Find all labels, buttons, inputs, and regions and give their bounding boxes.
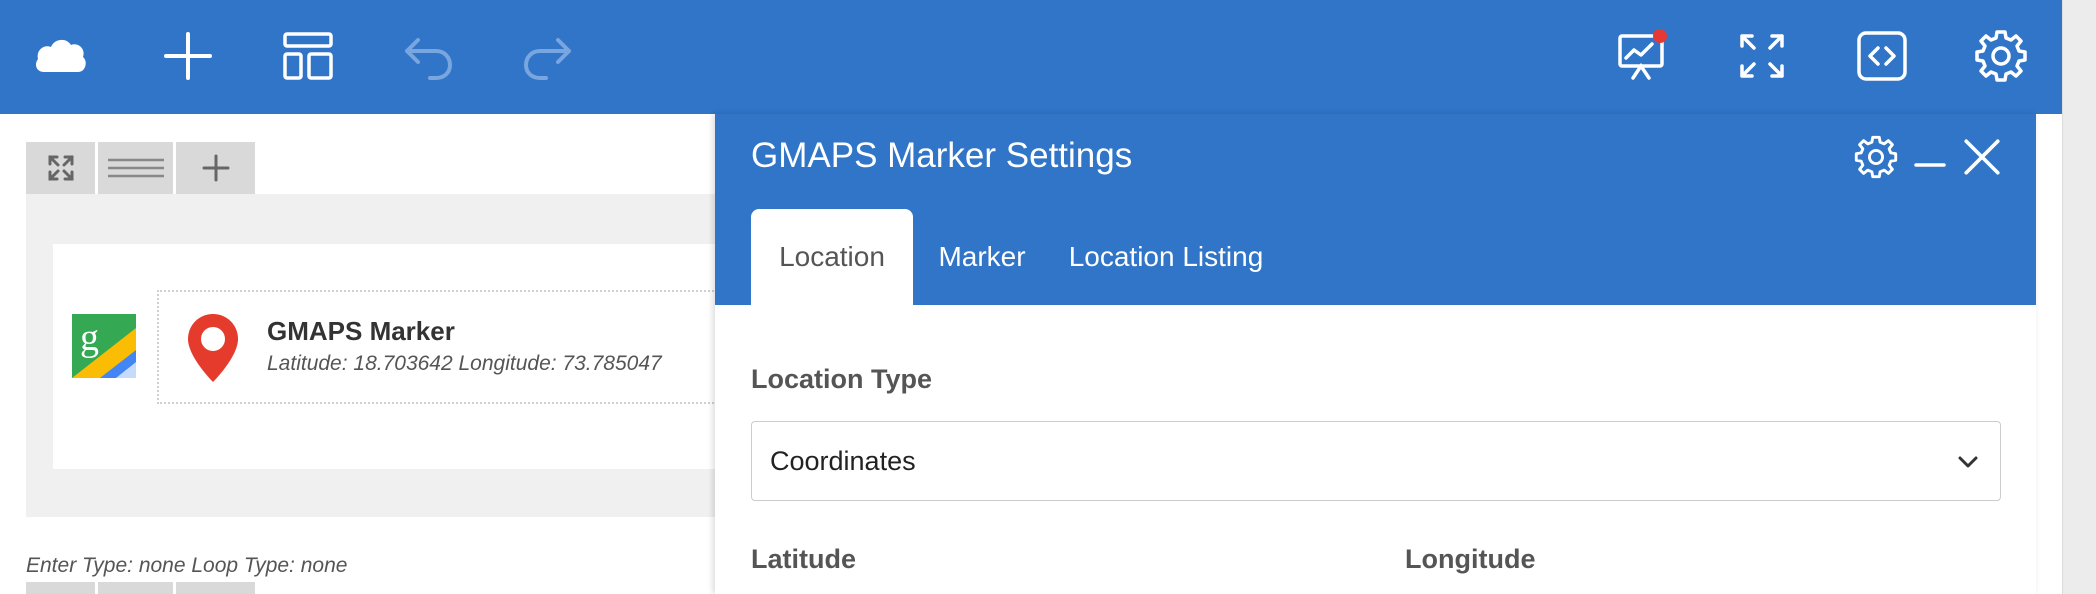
redo-icon[interactable] [514, 22, 582, 90]
location-type-value: Coordinates [770, 446, 916, 476]
expand-icon[interactable] [26, 142, 95, 194]
close-icon[interactable] [1957, 132, 2007, 182]
undo-icon[interactable] [394, 22, 462, 90]
chevron-down-icon [1954, 448, 1982, 476]
svg-text:g: g [80, 317, 99, 359]
scrollbar[interactable] [2062, 0, 2096, 594]
latitude-label: Latitude [751, 544, 856, 574]
module-title: GMAPS Marker [267, 316, 455, 346]
add-section-button[interactable] [176, 142, 255, 194]
column: g GMAPS Marker Latitude: 18.703642 Longi… [53, 244, 757, 469]
gmaps-marker-module[interactable]: GMAPS Marker Latitude: 18.703642 Longitu… [157, 290, 757, 404]
toolbar-stub [26, 582, 95, 594]
longitude-label: Longitude [1405, 544, 1536, 574]
settings-panel: GMAPS Marker Settings Location Marker Lo… [715, 114, 2036, 594]
presentation-chart-icon[interactable] [1608, 22, 1676, 90]
cloud-icon[interactable] [26, 22, 94, 90]
toolbar-stub [176, 582, 255, 594]
minimize-icon[interactable] [1905, 132, 1955, 182]
fullscreen-icon[interactable] [1728, 22, 1796, 90]
layout-icon[interactable] [274, 22, 342, 90]
gear-icon[interactable] [1851, 132, 1901, 182]
panel-header: GMAPS Marker Settings Location Marker Lo… [715, 114, 2036, 305]
code-icon[interactable] [1848, 22, 1916, 90]
google-maps-icon: g [72, 314, 136, 378]
gear-icon[interactable] [1967, 22, 2035, 90]
tab-location-listing[interactable]: Location Listing [1051, 209, 1281, 305]
tab-marker[interactable]: Marker [925, 209, 1039, 305]
module-coordinates: Latitude: 18.703642 Longitude: 73.785047 [267, 352, 662, 375]
animation-info: Enter Type: none Loop Type: none [26, 554, 348, 577]
location-type-select[interactable]: Coordinates [751, 421, 2001, 501]
builder-canvas: g GMAPS Marker Latitude: 18.703642 Longi… [0, 114, 757, 594]
tab-location[interactable]: Location [751, 209, 913, 305]
map-pin-icon [185, 312, 241, 384]
plus-icon[interactable] [154, 22, 222, 90]
location-type-label: Location Type [751, 364, 933, 394]
top-toolbar [0, 0, 2062, 114]
panel-title: GMAPS Marker Settings [751, 136, 1133, 175]
toolbar-stub [98, 582, 173, 594]
section-row: g GMAPS Marker Latitude: 18.703642 Longi… [26, 194, 757, 517]
drag-handle-icon[interactable] [98, 142, 173, 194]
